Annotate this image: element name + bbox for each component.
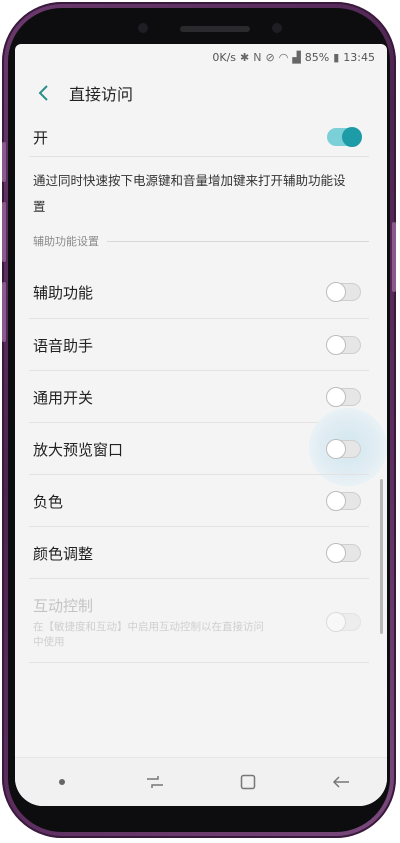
navigation-bar	[15, 757, 387, 806]
side-button	[2, 282, 6, 342]
toggle-knob	[326, 439, 346, 459]
network-speed: 0K/s	[212, 50, 237, 64]
back-arrow-icon	[332, 776, 349, 788]
chevron-left-icon	[38, 85, 48, 101]
page-title: 直接访问	[69, 85, 134, 104]
setting-row-magnifier-window[interactable]: 放大预览窗口	[15, 423, 387, 475]
setting-label: 颜色调整	[33, 544, 94, 563]
front-camera-icon	[272, 23, 282, 33]
home-icon	[240, 774, 255, 790]
scrollbar[interactable]	[380, 479, 383, 634]
toggle-knob	[326, 387, 346, 407]
description-row: 通过同时快速按下电源键和音量增加键来打开辅助功能设置	[15, 166, 387, 222]
setting-label: 负色	[33, 492, 64, 511]
status-bar: 0K/s ✱ N ⊘ ◠ ▟ 85% ▮ 13:45	[15, 44, 387, 70]
bluetooth-icon: ✱	[240, 50, 250, 64]
sensor-icon	[138, 23, 148, 33]
home-button[interactable]	[228, 762, 268, 802]
toggle-knob	[342, 127, 362, 147]
setting-row-negative-colors[interactable]: 负色	[15, 475, 387, 527]
section-header: 辅助功能设置	[33, 233, 369, 249]
setting-label: 放大预览窗口	[33, 440, 124, 459]
side-button	[2, 202, 6, 262]
recent-apps-button[interactable]	[135, 762, 175, 802]
setting-toggle[interactable]	[326, 282, 361, 302]
side-button	[392, 222, 396, 292]
toggle-knob	[326, 491, 346, 511]
setting-label: 互动控制	[33, 596, 94, 615]
battery-icon: ▮	[333, 50, 340, 64]
main-toggle-switch[interactable]	[327, 127, 362, 147]
divider	[29, 662, 369, 663]
back-button[interactable]	[23, 73, 63, 113]
screen: 0K/s ✱ N ⊘ ◠ ▟ 85% ▮ 13:45 直接访问 开 通过同时快速…	[15, 44, 387, 806]
speaker-grille	[180, 26, 250, 32]
wifi-icon: ◠	[278, 50, 289, 64]
clock: 13:45	[343, 50, 375, 64]
setting-toggle[interactable]	[326, 387, 361, 407]
setting-toggle[interactable]	[326, 491, 361, 511]
setting-label: 语音助手	[33, 336, 94, 355]
interaction-control-text: 互动控制 在【敏捷度和互动】中启用互动控制以在直接访问中使用	[33, 595, 273, 650]
setting-label: 辅助功能	[33, 283, 94, 302]
description-text: 通过同时快速按下电源键和音量增加键来打开辅助功能设置	[33, 173, 346, 214]
battery-level: 85%	[304, 50, 330, 64]
toggle-knob	[326, 612, 346, 632]
setting-row-accessibility[interactable]: 辅助功能	[15, 266, 387, 318]
setting-row-interaction-control: 互动控制 在【敏捷度和互动】中启用互动控制以在直接访问中使用	[15, 584, 387, 660]
back-nav-button[interactable]	[321, 762, 361, 802]
main-toggle-row[interactable]: 开	[15, 116, 387, 158]
recent-apps-icon	[146, 776, 163, 788]
main-toggle-label: 开	[33, 128, 49, 147]
signal-icon: ▟	[292, 50, 301, 64]
nav-dot-button[interactable]	[42, 762, 82, 802]
section-title: 辅助功能设置	[33, 235, 99, 248]
phone-frame: 0K/s ✱ N ⊘ ◠ ▟ 85% ▮ 13:45 直接访问 开 通过同时快速…	[2, 2, 396, 838]
setting-toggle	[326, 612, 361, 632]
setting-toggle[interactable]	[326, 543, 361, 563]
toggle-knob	[326, 335, 346, 355]
setting-toggle[interactable]	[326, 439, 361, 459]
app-header: 直接访问	[15, 70, 387, 116]
divider	[29, 578, 369, 579]
nfc-icon: N	[253, 50, 262, 64]
toggle-knob	[326, 543, 346, 563]
setting-sublabel: 在【敏捷度和互动】中启用互动控制以在直接访问中使用	[33, 620, 264, 648]
toggle-knob	[326, 282, 346, 302]
section-line	[107, 240, 369, 242]
dot-icon	[58, 779, 65, 785]
setting-row-voice-assistant[interactable]: 语音助手	[15, 319, 387, 371]
mute-icon: ⊘	[265, 50, 275, 64]
side-button	[2, 142, 6, 182]
setting-label: 通用开关	[33, 388, 94, 407]
setting-row-color-adjustment[interactable]: 颜色调整	[15, 527, 387, 579]
divider	[29, 156, 369, 157]
setting-toggle[interactable]	[326, 335, 361, 355]
